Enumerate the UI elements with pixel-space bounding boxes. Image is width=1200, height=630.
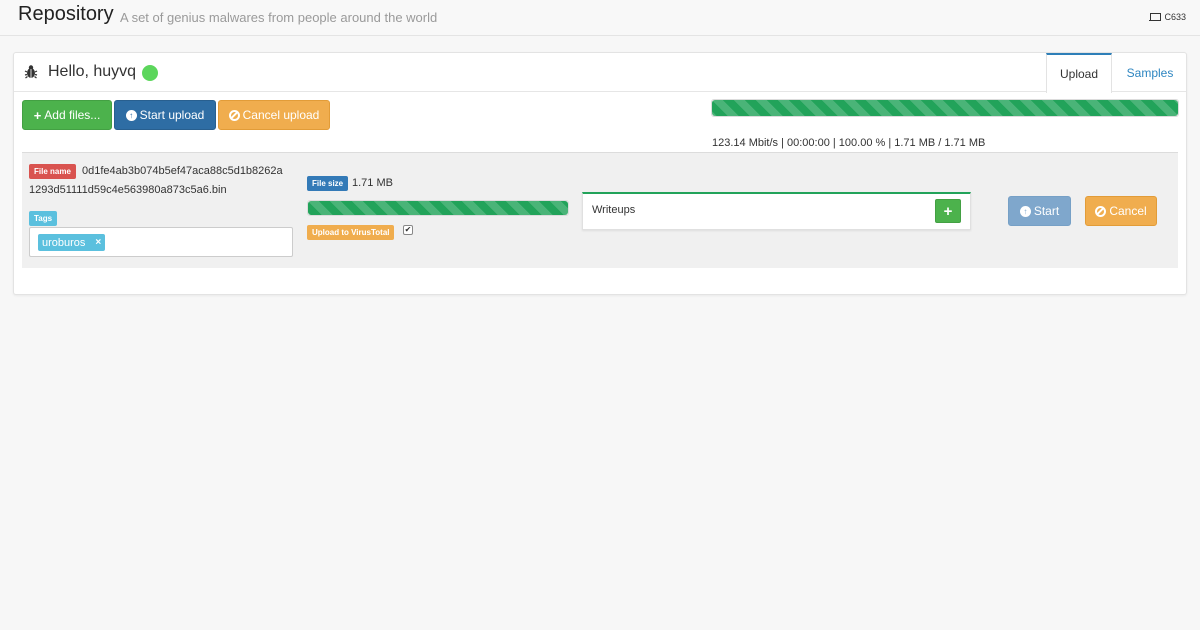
panel-header: Hello, huyvq Upload Samples bbox=[14, 53, 1186, 93]
start-label: Start bbox=[1033, 204, 1060, 218]
file-row: File name 0d1fe4ab3b074b5ef47aca88c5d1b8… bbox=[22, 152, 1178, 268]
check-icon: ✔ bbox=[404, 225, 412, 234]
tag-text: uroburos bbox=[42, 236, 86, 249]
navbar: Repository A set of genius malwares from… bbox=[0, 0, 1200, 36]
tag-chip: uroburos × bbox=[38, 234, 106, 251]
host-label: C633 bbox=[1164, 12, 1186, 22]
tags-label: Tags bbox=[29, 211, 58, 226]
writeups-label: Writeups bbox=[592, 204, 636, 216]
cancel-button[interactable]: Cancel bbox=[1085, 196, 1157, 226]
file-size-value: 1.71 MB bbox=[352, 177, 393, 189]
cancel-upload-label: Cancel upload bbox=[242, 108, 320, 122]
file-progress-bar bbox=[307, 200, 569, 216]
upload-circle-icon: ↑ bbox=[1019, 205, 1031, 217]
file-size-label: File size bbox=[307, 176, 349, 191]
global-progress-bar bbox=[711, 99, 1179, 117]
bug-icon bbox=[24, 65, 38, 79]
upload-circle-icon: ↑ bbox=[125, 109, 137, 121]
laptop-icon bbox=[1149, 13, 1162, 21]
virustotal-checkbox[interactable]: ✔ bbox=[403, 225, 413, 235]
cancel-label: Cancel bbox=[1109, 204, 1147, 218]
host-indicator[interactable]: C633 bbox=[1149, 12, 1186, 22]
virustotal-label: Upload to VirusTotal bbox=[307, 225, 395, 240]
ban-icon bbox=[228, 109, 240, 121]
file-name-line-2: 1293d51111d59c4e563980a873c5a6.bin bbox=[29, 184, 227, 196]
add-files-label: Add files... bbox=[44, 108, 101, 122]
global-progress-fill bbox=[712, 100, 1178, 116]
tab-upload[interactable]: Upload bbox=[1046, 53, 1112, 93]
brand-title[interactable]: Repository bbox=[18, 3, 114, 26]
start-button[interactable]: ↑ Start bbox=[1008, 196, 1071, 226]
add-writeup-button[interactable]: + bbox=[935, 199, 961, 223]
ban-icon bbox=[1095, 205, 1107, 217]
start-upload-button[interactable]: ↑ Start upload bbox=[114, 100, 216, 130]
online-status-icon bbox=[142, 65, 158, 81]
add-files-button[interactable]: + Add files... bbox=[22, 100, 112, 130]
tag-remove-icon[interactable]: × bbox=[95, 237, 101, 248]
tab-samples[interactable]: Samples bbox=[1114, 53, 1186, 92]
brand-tagline: A set of genius malwares from people aro… bbox=[120, 10, 438, 25]
file-name-line-1: 0d1fe4ab3b074b5ef47aca88c5d1b8262a bbox=[82, 165, 283, 177]
upload-panel: Hello, huyvq Upload Samples + Add files.… bbox=[13, 52, 1187, 295]
cancel-upload-button[interactable]: Cancel upload bbox=[218, 100, 330, 130]
greeting: Hello, huyvq bbox=[48, 63, 137, 80]
file-name-label: File name bbox=[29, 164, 76, 179]
writeups-panel: Writeups + bbox=[582, 192, 971, 230]
plus-icon: + bbox=[33, 107, 42, 123]
tags-input[interactable]: uroburos × bbox=[29, 227, 293, 257]
start-upload-label: Start upload bbox=[139, 108, 205, 122]
upload-stats: 123.14 Mbit/s | 00:00:00 | 100.00 % | 1.… bbox=[712, 137, 986, 149]
file-progress-fill bbox=[308, 201, 568, 215]
